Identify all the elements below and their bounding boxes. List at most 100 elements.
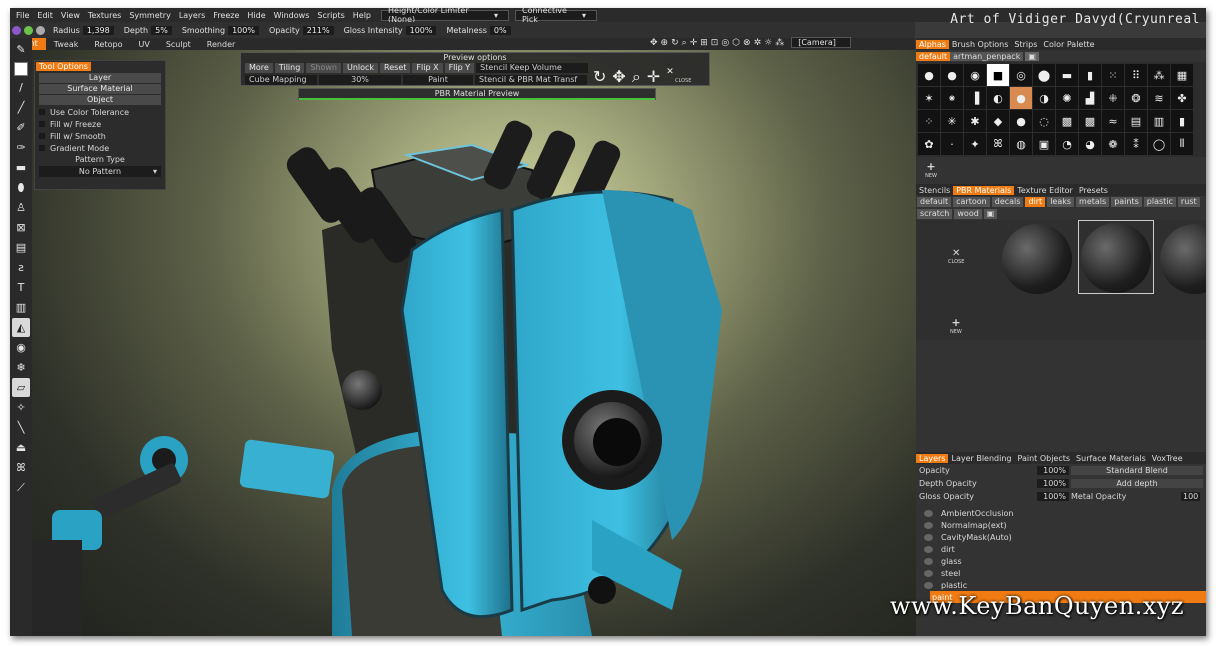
blend-mode-dropdown[interactable]: Standard Blend <box>1071 466 1203 475</box>
preview-close-label[interactable]: CLOSE <box>675 78 691 84</box>
tab-retopo[interactable]: Retopo <box>86 40 130 49</box>
tab-uv[interactable]: UV <box>130 40 157 49</box>
use-color-tolerance-checkbox[interactable]: Use Color Tolerance <box>35 106 165 118</box>
tab-alphas[interactable]: Alphas <box>916 39 949 49</box>
new-alpha-button[interactable]: + NEW <box>920 160 942 179</box>
alpha-item[interactable]: ⁑ <box>1125 133 1147 155</box>
category-cartoon[interactable]: cartoon <box>953 197 990 207</box>
alpha-item[interactable]: ≈ <box>1102 110 1124 132</box>
layer-item[interactable]: AmbientOcclusion <box>916 507 1206 519</box>
category-plastic[interactable]: plastic <box>1143 197 1176 207</box>
alpha-item[interactable]: ● <box>941 64 963 86</box>
alpha-item[interactable]: ◍ <box>1010 133 1032 155</box>
pencil-tool-icon[interactable]: ✎ <box>12 40 30 59</box>
metalness-value[interactable]: 0% <box>489 25 511 35</box>
alpha-item[interactable]: ▬ <box>1056 64 1078 86</box>
move-icon[interactable]: ✥ <box>650 38 658 48</box>
gradient-mode-checkbox[interactable]: Gradient Mode <box>35 142 165 154</box>
tab-texture-editor[interactable]: Texture Editor <box>1014 186 1076 195</box>
radius-value[interactable]: 1,398 <box>82 25 114 35</box>
alpha-item[interactable]: ▩ <box>1056 110 1078 132</box>
spray-tool-icon[interactable]: ⬮ <box>12 178 30 197</box>
gloss-opacity-value[interactable]: 100% <box>1037 492 1069 501</box>
color-ball-icon[interactable] <box>12 25 21 35</box>
paint-dropdown[interactable]: Paint <box>403 75 473 85</box>
category-dirt[interactable]: dirt <box>1025 197 1046 207</box>
eye-icon[interactable] <box>924 521 933 529</box>
view-icon[interactable]: ⊗ <box>743 38 751 48</box>
pen-tool-icon[interactable]: ╱ <box>12 98 30 117</box>
menu-hide[interactable]: Hide <box>243 11 269 20</box>
menu-freeze[interactable]: Freeze <box>209 11 243 20</box>
rotate-icon[interactable]: ↻ <box>671 38 679 48</box>
alpha-item[interactable]: ◔ <box>1056 133 1078 155</box>
cube-mapping-dropdown[interactable]: Cube Mapping <box>245 75 317 85</box>
layer-item[interactable]: Normalmap(ext) <box>916 519 1206 531</box>
tab-layers[interactable]: Layers <box>916 453 949 463</box>
menu-symmetry[interactable]: Symmetry <box>125 11 174 20</box>
gloss-control[interactable]: Gloss Intensity 100% <box>344 25 437 35</box>
tool-options-header[interactable]: Tool Options <box>36 62 91 71</box>
airbrush-tool-icon[interactable]: ✐ <box>12 118 30 137</box>
reset-button[interactable]: Reset <box>380 63 411 73</box>
color-ball-icon[interactable] <box>36 25 45 35</box>
metal-opacity-value[interactable]: 100 <box>1181 492 1201 501</box>
menu-scripts[interactable]: Scripts <box>313 11 348 20</box>
depth-value[interactable]: 5% <box>151 25 172 35</box>
wand-tool-icon[interactable]: ✧ <box>12 398 30 417</box>
eye-icon[interactable] <box>924 533 933 541</box>
alpha-item[interactable]: ⁂ <box>1148 64 1170 86</box>
transform-tool-icon[interactable]: ⊠ <box>12 218 30 237</box>
tab-pbr-materials[interactable]: PBR Materials <box>953 185 1015 195</box>
alpha-item[interactable]: ◎ <box>1010 64 1032 86</box>
smoothing-value[interactable]: 100% <box>228 25 259 35</box>
eye-tool-icon[interactable]: ◉ <box>12 338 30 357</box>
fill-layer-button[interactable]: Layer <box>39 73 161 83</box>
text-tool-icon[interactable]: T <box>12 278 30 297</box>
dropper-tool-icon[interactable]: ▬ <box>12 158 30 177</box>
alpha-item[interactable]: ✿ <box>918 133 940 155</box>
pattern-type-dropdown[interactable]: No Pattern ▾ <box>39 166 161 177</box>
wireframe-icon[interactable]: ⊡ <box>711 38 719 48</box>
magic-icon[interactable]: ⁂ <box>775 38 784 48</box>
opacity-control[interactable]: Opacity 211% <box>269 25 334 35</box>
alpha-item[interactable]: ▮ <box>1171 110 1193 132</box>
tab-paint-objects[interactable]: Paint Objects <box>1014 454 1073 463</box>
zoom-icon[interactable]: ⌕ <box>632 67 641 87</box>
alpha-item[interactable]: ● <box>918 64 940 86</box>
alpha-item[interactable]: ⁕ <box>941 87 963 109</box>
butterfly-tool-icon[interactable]: ꕤ <box>12 458 30 477</box>
snowflake-tool-icon[interactable]: ❄ <box>12 358 30 377</box>
category-paints[interactable]: paints <box>1111 197 1142 207</box>
shown-button[interactable]: Shown <box>306 63 341 73</box>
alpha-item[interactable]: ✳ <box>941 110 963 132</box>
radius-control[interactable]: Radius 1,398 <box>53 25 114 35</box>
tab-sculpt[interactable]: Sculpt <box>158 40 199 49</box>
gloss-value[interactable]: 100% <box>405 25 437 35</box>
alpha-item[interactable]: · <box>941 133 963 155</box>
move-icon[interactable]: ✥ <box>612 67 625 87</box>
alpha-item[interactable]: ▩ <box>1079 110 1101 132</box>
alpha-item[interactable]: ◕ <box>1079 133 1101 155</box>
tab-brush-options[interactable]: Brush Options <box>949 40 1012 49</box>
opacity-value[interactable]: 100% <box>1037 466 1069 475</box>
alpha-item[interactable]: ▐ <box>964 87 986 109</box>
menu-layers[interactable]: Layers <box>175 11 209 20</box>
document-tool-icon[interactable]: ▤ <box>12 238 30 257</box>
alpha-item[interactable]: ▣ <box>1033 133 1055 155</box>
menu-windows[interactable]: Windows <box>270 11 314 20</box>
eye-icon[interactable] <box>924 509 933 517</box>
tab-color-palette[interactable]: Color Palette <box>1040 40 1097 49</box>
layer-item[interactable]: plastic <box>916 579 1206 591</box>
color-ball-icon[interactable] <box>24 25 33 35</box>
light-icon[interactable]: ☼ <box>764 38 772 48</box>
percent-dropdown[interactable]: 30% <box>319 75 401 85</box>
curve-tool-icon[interactable]: ƨ <box>12 258 30 277</box>
pan-icon[interactable]: ✛ <box>690 38 698 48</box>
alpha-item[interactable]: ▮ <box>1079 64 1101 86</box>
alpha-item[interactable]: ▤ <box>1125 110 1147 132</box>
alpha-item[interactable]: ✱ <box>964 110 986 132</box>
alpha-set-default[interactable]: default <box>916 51 951 61</box>
alpha-item[interactable]: ❂ <box>1125 87 1147 109</box>
more-button[interactable]: More <box>245 63 273 73</box>
